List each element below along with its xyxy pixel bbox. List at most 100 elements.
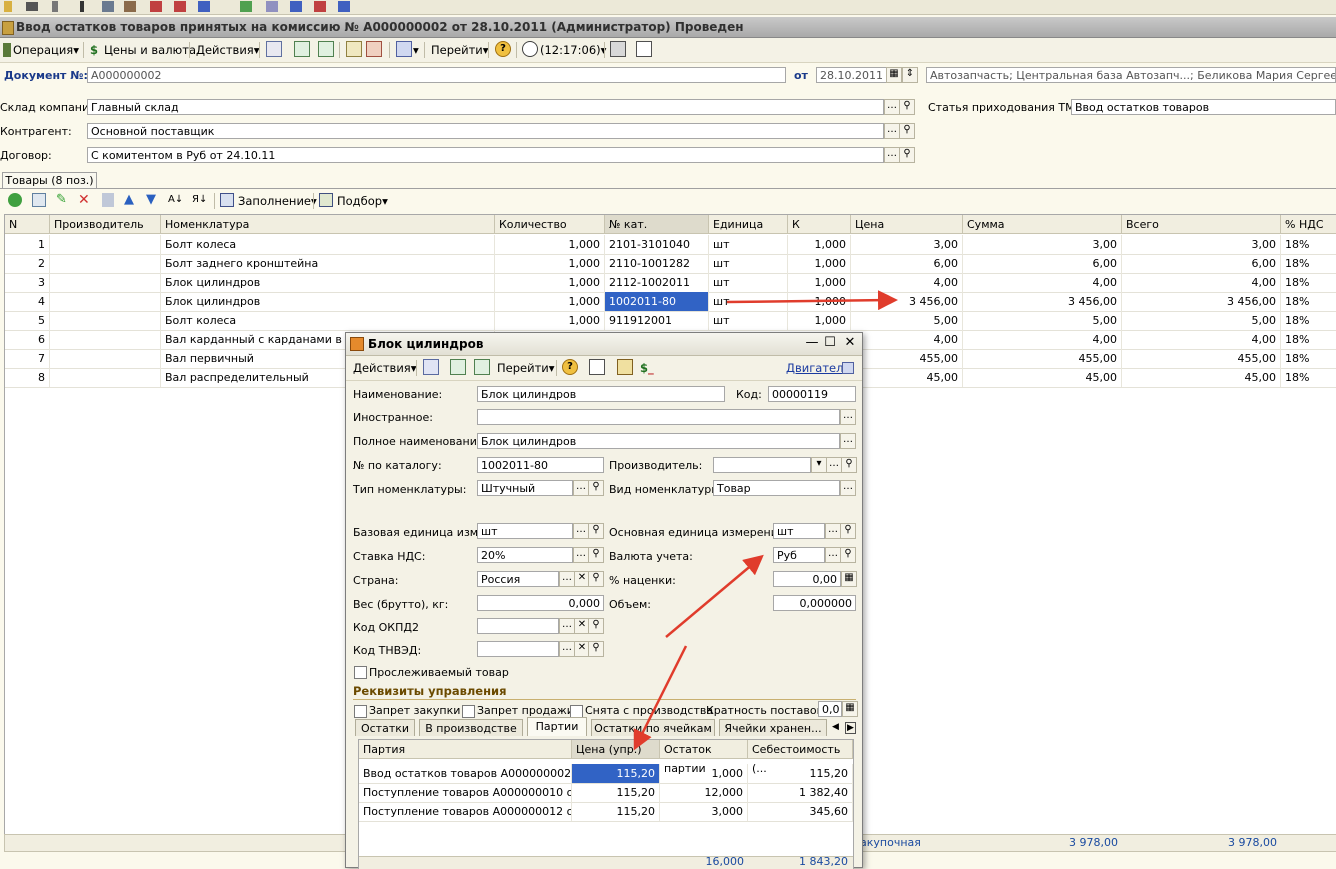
table-row[interactable]: Поступление товаров А000000012 от 2... 1… [359,802,853,822]
edit-icon[interactable] [102,1,114,12]
move-up-icon[interactable]: ▲ [124,193,140,209]
organization-field[interactable]: Автозапчасть; Центральная база Автозапч.… [926,67,1336,83]
tab-batches[interactable]: Партии [527,717,587,736]
search-icon[interactable]: ⚲ [840,547,856,563]
currency-field[interactable]: Руб [773,547,825,563]
select-button[interactable]: … [559,618,575,634]
select-button[interactable]: … [826,457,842,473]
movements-link[interactable]: Двигатель [786,360,850,376]
write-icon[interactable] [266,41,282,57]
pin-icon[interactable] [80,1,84,12]
sort-asc-icon[interactable]: A↓ [168,193,184,209]
calendar-icon[interactable]: ▦ [886,67,902,83]
select-button[interactable]: … [840,433,856,449]
table-row[interactable]: 4 Блок цилиндров 1,000 1002011-80 шт 1,0… [5,292,1336,312]
column-header[interactable]: Всего [1122,215,1281,234]
column-header[interactable]: Себестоимость (... [748,740,853,775]
search-icon[interactable]: ⚲ [588,641,604,657]
list-icon[interactable] [266,1,278,12]
select-button[interactable]: … [573,523,589,539]
traced-checkbox[interactable] [354,666,367,679]
column-header[interactable]: Цена [851,215,963,234]
select-button[interactable]: … [884,99,900,115]
table-row[interactable]: 5 Болт колеса 1,000 911912001 шт 1,000 5… [5,311,1336,331]
operation-button[interactable]: Операция▾ [13,42,79,58]
name-field[interactable]: Блок цилиндров [477,386,725,402]
code-field[interactable]: 00000119 [768,386,856,402]
search-icon[interactable]: ⚲ [588,547,604,563]
remove-icon[interactable] [314,1,326,12]
move-icon[interactable] [290,1,302,12]
column-header[interactable]: Производитель [50,215,161,234]
tools-icon[interactable] [124,1,136,12]
post-icon[interactable] [346,41,362,57]
column-header[interactable]: Номенклатура [161,215,495,234]
full-name-field[interactable]: Блок цилиндров [477,433,840,449]
refresh-icon[interactable] [294,41,310,57]
list-icon[interactable] [636,41,652,57]
table-row[interactable]: Поступление товаров А000000010 от 2... 1… [359,783,853,803]
column-header[interactable]: Цена (упр.) [572,740,660,759]
calculator-icon[interactable]: ▦ [842,701,858,717]
vat-field[interactable]: 20% [477,547,573,563]
doc-number-field[interactable]: А000000002 [87,67,786,83]
write-icon[interactable] [423,359,439,375]
column-header[interactable]: Сумма [963,215,1122,234]
dialog-actions-button[interactable]: Действия▾ [353,360,417,376]
volume-field[interactable]: 0,000000 [773,595,856,611]
type-field[interactable]: Штучный [477,480,573,496]
delete-row-icon[interactable] [174,1,186,12]
goto-button[interactable]: Перейти▾ [431,42,489,58]
insert-icon[interactable] [198,1,210,12]
base-unit-field[interactable]: шт [477,523,573,539]
search-icon[interactable]: ⚲ [899,123,915,139]
markup-field[interactable]: 0,00 [773,571,841,587]
foreign-field[interactable] [477,409,840,425]
maker-field[interactable] [713,457,811,473]
column-header[interactable]: № кат. [605,215,709,234]
fill-button[interactable]: Заполнение▾ [238,193,317,209]
tab-goods[interactable]: Товары (8 поз.) [2,172,97,189]
chevron-down-icon[interactable]: ▾ [811,457,827,473]
print-icon[interactable] [396,41,412,57]
search-icon[interactable]: ⚲ [899,99,915,115]
catno-field[interactable]: 1002011-80 [477,457,604,473]
select-button[interactable]: … [573,480,589,496]
print-icon[interactable] [617,359,633,375]
warehouse-field[interactable]: Главный склад [87,99,884,115]
kind-field[interactable]: Товар [713,480,840,496]
no-purchase-checkbox[interactable] [354,705,367,718]
main-unit-field[interactable]: шт [773,523,825,539]
search-icon[interactable]: ⚲ [588,571,604,587]
minimize-icon[interactable]: — [804,335,820,351]
select-button[interactable]: … [884,147,900,163]
table-row[interactable]: 1 Болт колеса 1,000 2101-3101040 шт 1,00… [5,235,1336,255]
pick-button[interactable]: Подбор▾ [337,193,388,209]
pencil-icon[interactable]: ✎ [56,193,68,207]
delete-icon[interactable]: ✕ [78,193,94,209]
sort-desc-icon[interactable]: Я↓ [192,193,208,209]
multiplicity-field[interactable]: 0,0 [818,701,842,717]
no-sale-checkbox[interactable] [462,705,475,718]
tab-storage-cells[interactable]: Ячейки хранен... [719,719,827,736]
select-button[interactable]: … [825,523,841,539]
save-icon[interactable] [102,193,114,207]
counterparty-field[interactable]: Основной поставщик [87,123,884,139]
date-spin-button[interactable]: ⇕ [902,67,918,83]
search-icon[interactable]: ⚲ [588,618,604,634]
column-header[interactable]: К [788,215,851,234]
select-button[interactable]: … [884,123,900,139]
column-header[interactable]: Единица [709,215,788,234]
list-icon[interactable] [589,359,605,375]
search-icon[interactable]: ⚲ [841,457,857,473]
calculator-icon[interactable]: ▦ [841,571,857,587]
refresh-icon[interactable] [450,359,466,375]
dialog-goto-button[interactable]: Перейти▾ [497,360,555,376]
date-field[interactable]: 28.10.2011 [816,67,887,83]
weight-field[interactable]: 0,000 [477,595,604,611]
article-field[interactable]: Ввод остатков товаров [1071,99,1336,115]
table-row[interactable]: 2 Болт заднего кронштейна 1,000 2110-100… [5,254,1336,274]
maximize-icon[interactable]: ☐ [822,335,838,351]
copy-icon[interactable] [474,359,490,375]
tool-icon[interactable] [52,1,58,12]
